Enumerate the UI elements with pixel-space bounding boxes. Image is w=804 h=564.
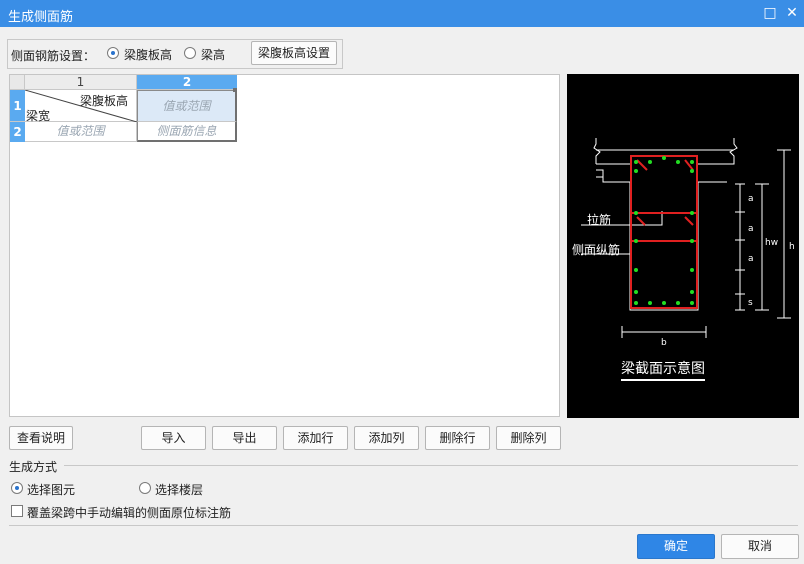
header-web-height: 梁腹板高 xyxy=(79,94,128,108)
web-height-label[interactable]: 梁腹板高 xyxy=(124,46,172,63)
overwrite-manual-label[interactable]: 覆盖梁跨中手动编辑的侧面原位标注筋 xyxy=(27,504,231,521)
maximize-icon[interactable]: □ xyxy=(762,5,778,21)
side-rebar-grid: 1 2 1 2 梁腹板高 梁宽 值或范围 值或范围 侧面筋信息 xyxy=(9,74,560,417)
dim-s: s xyxy=(748,298,753,308)
select-floor-radio[interactable] xyxy=(139,482,151,494)
side-bar-label: 侧面纵筋 xyxy=(572,243,621,257)
column-header-2[interactable]: 2 xyxy=(137,75,237,90)
overwrite-manual-checkbox[interactable] xyxy=(11,505,23,517)
grid-cell-r2-c2[interactable]: 侧面筋信息 xyxy=(137,122,237,142)
window-title: 生成侧面筋 xyxy=(8,10,74,25)
web-height-radio[interactable] xyxy=(107,47,119,59)
grid-cell-r1-c2[interactable]: 值或范围 xyxy=(137,90,237,122)
add-column-button[interactable]: 添加列 xyxy=(354,426,419,450)
beam-height-radio[interactable] xyxy=(184,47,196,59)
row-header-1[interactable]: 1 xyxy=(10,90,25,122)
dim-a-2: a xyxy=(748,224,754,234)
row-header-2[interactable]: 2 xyxy=(10,122,25,142)
delete-column-button[interactable]: 删除列 xyxy=(496,426,561,450)
web-height-settings-button[interactable]: 梁腹板高设置 xyxy=(251,41,337,65)
dim-a-3: a xyxy=(748,254,754,264)
rebar-settings-label: 侧面钢筋设置： xyxy=(11,49,96,63)
close-icon[interactable]: ✕ xyxy=(784,5,800,21)
diagram-caption: 梁截面示意图 xyxy=(621,358,705,381)
select-floor-label[interactable]: 选择楼层 xyxy=(155,481,203,498)
add-row-button[interactable]: 添加行 xyxy=(283,426,348,450)
beam-height-label[interactable]: 梁高 xyxy=(201,46,225,63)
dim-b: b xyxy=(661,338,667,348)
import-button[interactable]: 导入 xyxy=(141,426,206,450)
selection-handle[interactable] xyxy=(233,88,237,92)
grid-corner xyxy=(10,75,25,90)
dim-h: h xyxy=(789,242,795,252)
dim-hw: hw xyxy=(765,238,779,248)
select-element-radio[interactable] xyxy=(11,482,23,494)
delete-row-button[interactable]: 删除行 xyxy=(425,426,490,450)
export-button[interactable]: 导出 xyxy=(212,426,277,450)
footer-divider xyxy=(9,525,798,526)
title-bar: 生成侧面筋 □ ✕ xyxy=(0,0,804,27)
cancel-button[interactable]: 取消 xyxy=(721,534,799,559)
grid-cell-r2-c1[interactable]: 值或范围 xyxy=(25,122,137,142)
rebar-settings-group: 侧面钢筋设置： 梁腹板高 梁高 梁腹板高设置 xyxy=(7,39,343,69)
dim-a-1: a xyxy=(748,194,754,204)
generate-method-title: 生成方式 xyxy=(9,460,58,474)
section-divider xyxy=(64,465,798,466)
ok-button[interactable]: 确定 xyxy=(637,534,715,559)
diagonal-header-cell: 梁腹板高 梁宽 xyxy=(25,90,137,123)
tie-bar-label: 拉筋 xyxy=(587,213,612,227)
select-element-label[interactable]: 选择图元 xyxy=(27,481,75,498)
beam-section-diagram: 拉筋 侧面纵筋 a a a s hw h b 梁截面示意图 xyxy=(567,74,799,418)
help-button[interactable]: 查看说明 xyxy=(9,426,73,450)
column-header-1[interactable]: 1 xyxy=(25,75,137,90)
